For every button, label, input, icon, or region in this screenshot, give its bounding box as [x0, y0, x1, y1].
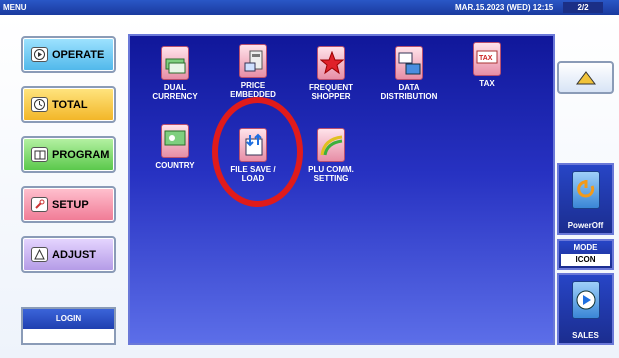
tile-label: PLU COMM. SETTING	[308, 165, 354, 183]
plu-comm-setting-icon	[317, 128, 345, 162]
sales-label: SALES	[572, 331, 599, 340]
program-label: PROGRAM	[52, 148, 110, 161]
total-label: TOTAL	[52, 98, 88, 111]
tile-country[interactable]: COUNTRY	[140, 124, 210, 170]
setup-button[interactable]: SETUP	[21, 186, 116, 223]
play-icon	[31, 47, 48, 62]
tile-frequent-shopper[interactable]: FREQUENT SHOPPER	[296, 46, 366, 101]
program-button[interactable]: PROGRAM	[21, 136, 116, 173]
tile-plu-comm-setting[interactable]: PLU COMM. SETTING	[296, 128, 366, 183]
tile-price-embedded[interactable]: PRICE EMBEDDED	[218, 44, 288, 99]
operate-label: OPERATE	[52, 48, 105, 61]
book-icon	[31, 147, 48, 162]
mode-indicator[interactable]: MODE ICON	[557, 239, 614, 270]
country-icon	[161, 124, 189, 158]
tile-label: DATA DISTRIBUTION	[380, 83, 438, 101]
svg-text:TAX: TAX	[479, 55, 493, 62]
adjust-label: ADJUST	[52, 248, 97, 261]
menu-title: MENU	[3, 3, 27, 12]
tile-label: DUAL CURRENCY	[152, 83, 198, 101]
page-up-button[interactable]	[557, 61, 614, 94]
data-distribution-icon	[395, 46, 423, 80]
power-label: PowerOff	[567, 221, 604, 230]
mode-value: ICON	[561, 254, 610, 266]
title-bar: MENU MAR.15.2023 (WED) 12:15 2/2	[0, 0, 619, 15]
tile-dual-currency[interactable]: DUAL CURRENCY	[140, 46, 210, 101]
login-label: LOGIN	[23, 309, 114, 329]
tile-label: FREQUENT SHOPPER	[309, 83, 353, 101]
tax-icon: TAX	[473, 42, 501, 76]
operate-button[interactable]: OPERATE	[21, 36, 116, 73]
tile-label: COUNTRY	[155, 161, 195, 170]
mode-title: MODE	[573, 243, 598, 252]
tile-data-distribution[interactable]: DATA DISTRIBUTION	[374, 46, 444, 101]
price-embedded-icon	[239, 44, 267, 78]
tile-tax[interactable]: TAX TAX	[452, 42, 522, 88]
power-off-button[interactable]: PowerOff	[557, 163, 614, 235]
scale-adjust-icon	[31, 247, 48, 262]
tile-label: TAX	[479, 79, 495, 88]
sales-button[interactable]: SALES	[557, 273, 614, 345]
frequent-shopper-icon	[317, 46, 345, 80]
function-panel: DUAL CURRENCY PRICE EMBEDDED FREQUENT SH…	[128, 34, 555, 345]
login-box[interactable]: LOGIN	[21, 307, 116, 345]
total-button[interactable]: TOTAL	[21, 86, 116, 123]
dual-currency-icon	[161, 46, 189, 80]
page-indicator: 2/2	[563, 2, 603, 13]
up-arrow-icon	[575, 70, 596, 84]
setup-label: SETUP	[52, 198, 89, 211]
highlight-circle	[212, 97, 303, 207]
datetime: MAR.15.2023 (WED) 12:15	[455, 3, 554, 12]
adjust-button[interactable]: ADJUST	[21, 236, 116, 273]
wrench-icon	[31, 197, 48, 212]
sales-play-icon	[572, 281, 600, 319]
clock-icon	[31, 97, 48, 112]
power-icon	[572, 171, 600, 209]
